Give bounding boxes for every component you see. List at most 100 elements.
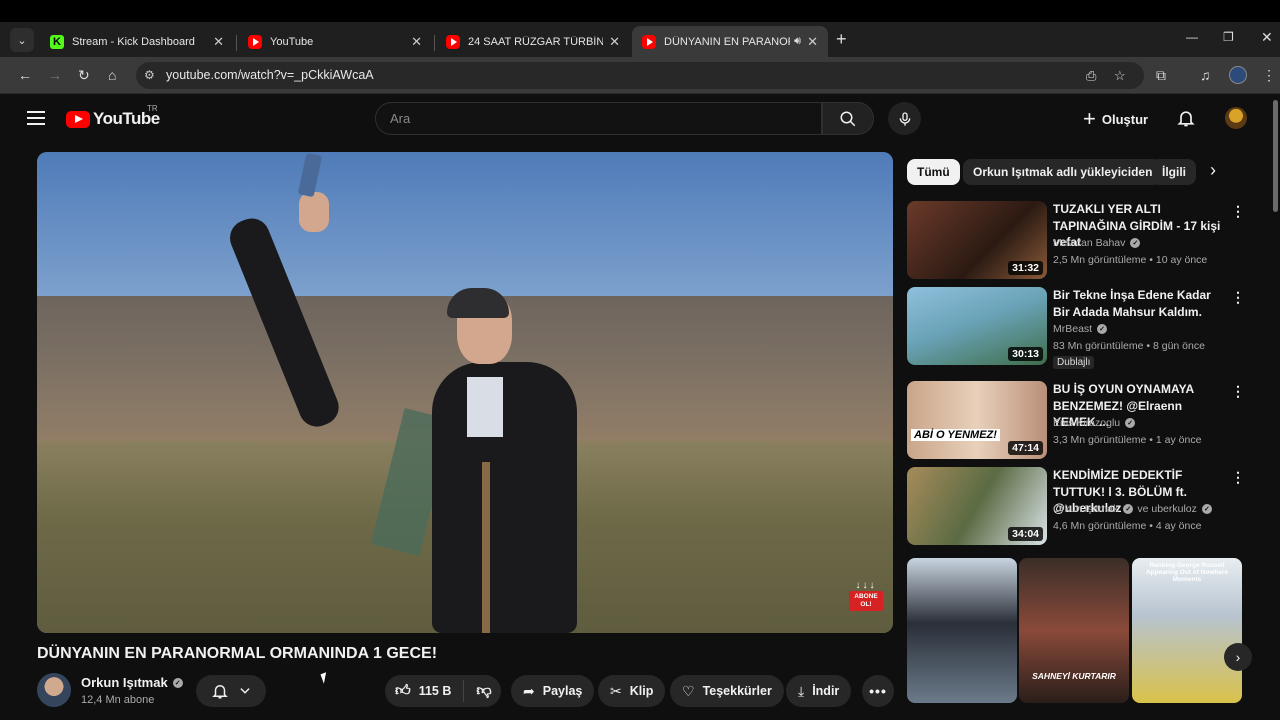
shorts-top-text: Ranking George Russell Appearing Out of … [1145, 562, 1229, 583]
recommendation-channel[interactable]: Enis Kirazoglu ✓ [1053, 417, 1136, 429]
search-button[interactable] [822, 102, 874, 135]
tab-paranormal-video[interactable]: DÜNYANIN EN PARANORMAL 🔊︎ ✕ [632, 26, 828, 57]
shorts-item[interactable]: SAHNEYİ KURTARIR [1019, 558, 1129, 703]
video-frame-person [432, 362, 577, 633]
channel-text: Enis Kirazoglu [1053, 417, 1121, 429]
video-thumbnail[interactable]: 30:13 [907, 287, 1047, 365]
tab-title: 24 SAAT RÜZGAR TÜRBİNİNDE [468, 35, 604, 48]
menu-icon[interactable] [27, 111, 45, 125]
bookmark-star-icon[interactable]: ☆ [1114, 68, 1126, 84]
video-frame-stick [482, 462, 490, 633]
tab-search-button[interactable]: ⌄ [10, 28, 34, 52]
chip-all[interactable]: Tümü [907, 159, 960, 185]
recommendation-channel[interactable]: Mevtcan Bahav ✓ [1053, 237, 1141, 249]
search-input[interactable] [376, 103, 821, 134]
create-button[interactable]: + Oluştur [1083, 105, 1148, 133]
shorts-item[interactable] [907, 558, 1017, 703]
extensions-icon[interactable]: ⧉ [1156, 67, 1166, 84]
recommendation-channel[interactable]: Orkun Işıtmak ✓ ve uberkuloz ✓ [1053, 503, 1212, 515]
youtube-logo[interactable]: YouTube TR [66, 104, 160, 129]
duration-badge: 31:32 [1008, 261, 1043, 275]
account-avatar[interactable] [1225, 107, 1247, 129]
channel-name[interactable]: Orkun Işıtmak ✓ [81, 675, 183, 690]
tab-close-icon[interactable]: ✕ [807, 34, 818, 50]
kick-icon: K [50, 34, 64, 49]
video-thumbnail[interactable]: 34:04 [907, 467, 1047, 545]
duration-badge: 34:04 [1008, 527, 1043, 541]
shorts-next-button[interactable]: › [1224, 643, 1252, 671]
url-text[interactable]: youtube.com/watch?v=_pCkkiAWcaA [166, 68, 374, 82]
shorts-item[interactable]: Ranking George Russell Appearing Out of … [1132, 558, 1242, 703]
youtube-icon [248, 34, 262, 49]
tab-close-icon[interactable]: ✕ [213, 34, 224, 50]
reload-icon[interactable]: ↻ [78, 67, 90, 84]
channel-avatar[interactable] [37, 673, 71, 707]
share-button[interactable]: ➦ Paylaş [511, 675, 595, 707]
subscription-bell-button[interactable] [196, 675, 266, 707]
page-scrollbar[interactable] [1273, 100, 1278, 212]
new-tab-button[interactable]: + [836, 29, 847, 50]
install-app-icon[interactable]: ⎙ [1086, 68, 1096, 84]
home-icon[interactable]: ⌂ [108, 67, 116, 83]
tab-title: Stream - Kick Dashboard [72, 35, 195, 48]
chip-related[interactable]: İlgili [1152, 159, 1196, 185]
tab-wind-turbine-video[interactable]: 24 SAAT RÜZGAR TÜRBİNİNDE ✕ [436, 26, 630, 57]
more-actions-button[interactable]: ••• [862, 675, 894, 707]
like-button[interactable]: 👍︎ 115 B [385, 680, 465, 702]
country-code: TR [147, 104, 158, 113]
video-player[interactable]: ↓↓↓ ABONE OL! [37, 152, 893, 633]
speaker-icon[interactable]: 🔊︎ [794, 35, 801, 48]
more-vertical-icon[interactable]: ⋮ [1231, 203, 1245, 220]
recommendation-item[interactable]: 34:04 KENDİMİZE DEDEKTİF TUTTUK! l 3. BÖ… [907, 467, 1257, 545]
more-vertical-icon[interactable]: ⋮ [1231, 289, 1245, 306]
more-vertical-icon[interactable]: ⋮ [1231, 469, 1245, 486]
recommendation-item[interactable]: 30:13 Bir Tekne İnşa Edene Kadar Bir Ada… [907, 287, 1257, 369]
notifications-button[interactable] [1176, 107, 1196, 134]
channel-text: Mevtcan Bahav [1053, 237, 1126, 249]
tab-close-icon[interactable]: ✕ [411, 34, 422, 50]
dislike-button[interactable]: 👎︎ [464, 682, 491, 700]
browser-menu-icon[interactable]: ⋮ [1262, 67, 1276, 84]
download-icon: ⤓ [798, 682, 805, 699]
recommendation-meta: 3,3 Mn görüntüleme • 1 ay önce [1053, 434, 1202, 446]
address-bar[interactable]: ⚙ youtube.com/watch?v=_pCkkiAWcaA ⎙ ☆ [136, 62, 1144, 89]
recommendation-item[interactable]: 31:32 TUZAKLI YER ALTI TAPINAĞINA GİRDİM… [907, 201, 1257, 279]
subscribe-watermark[interactable]: ↓↓↓ ABONE OL! [849, 580, 883, 614]
minimize-icon[interactable]: — [1186, 30, 1198, 44]
more-vertical-icon[interactable]: ⋮ [1231, 383, 1245, 400]
verified-icon: ✓ [1097, 324, 1108, 334]
chip-from-uploader[interactable]: Orkun Işıtmak adlı yükleyiciden [963, 159, 1163, 185]
video-frame-shirt [467, 377, 503, 437]
window-close-icon[interactable]: ✕ [1261, 29, 1273, 46]
share-arrow-icon: ➦ [523, 682, 535, 699]
clip-button[interactable]: ✂ Klip [598, 675, 666, 707]
tab-title: DÜNYANIN EN PARANORMAL [664, 35, 790, 48]
site-info-icon[interactable]: ⚙ [144, 68, 155, 82]
mouse-cursor [320, 672, 330, 684]
subscriber-count: 12,4 Mn abone [81, 694, 155, 706]
duration-badge: 47:14 [1008, 441, 1043, 455]
profile-avatar[interactable] [1229, 66, 1247, 84]
recommendation-item[interactable]: ABİ O YENMEZ! 47:14 BU İŞ OYUN OYNAMAYA … [907, 381, 1257, 459]
youtube-play-icon [66, 110, 90, 128]
media-control-icon[interactable]: ♫ [1200, 67, 1211, 83]
video-thumbnail[interactable]: ABİ O YENMEZ! 47:14 [907, 381, 1047, 459]
browser-tabstrip: ⌄ K Stream - Kick Dashboard ✕ YouTube ✕ … [0, 22, 1280, 57]
bell-icon [211, 685, 228, 699]
forward-icon[interactable]: → [48, 67, 62, 83]
watermark-label: ABONE OL! [849, 591, 883, 611]
thanks-button[interactable]: ♡ Teşekkürler [670, 675, 784, 707]
tab-kick-dashboard[interactable]: K Stream - Kick Dashboard ✕ [40, 26, 234, 57]
chevron-right-icon[interactable]: › [1210, 160, 1216, 181]
tab-close-icon[interactable]: ✕ [609, 34, 620, 50]
recommendation-title[interactable]: Bir Tekne İnşa Edene Kadar Bir Adada Mah… [1053, 287, 1225, 320]
thumbnail-caption: ABİ O YENMEZ! [911, 429, 1000, 441]
tab-youtube-home[interactable]: YouTube ✕ [238, 26, 432, 57]
back-icon[interactable]: ← [18, 67, 32, 83]
download-button[interactable]: ⤓ İndir [786, 675, 852, 707]
recommendation-channel[interactable]: MrBeast ✓ [1053, 323, 1108, 335]
voice-search-button[interactable] [888, 102, 921, 135]
restore-icon[interactable]: ❐ [1223, 30, 1234, 44]
video-thumbnail[interactable]: 31:32 [907, 201, 1047, 279]
scissors-icon: ✂ [610, 682, 622, 699]
